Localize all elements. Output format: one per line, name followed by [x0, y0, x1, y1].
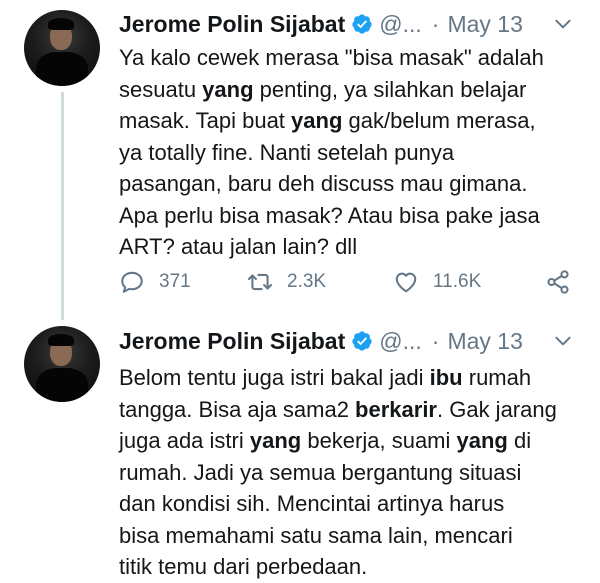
- avatar[interactable]: [24, 326, 100, 402]
- text-segment: rumah: [462, 365, 532, 390]
- tweet-actions: 371 2.3K 11.6K: [119, 266, 579, 298]
- tweet-text-line: masak. Tapi buat yang gak/belum merasa,: [119, 105, 579, 137]
- text-segment: juga ada istri: [119, 428, 250, 453]
- text-segment: tangga. Bisa aja sama2: [119, 396, 356, 422]
- text-segment: rumah. Jadi ya semua bergantung situasi: [119, 459, 522, 485]
- like-button[interactable]: 11.6K: [393, 266, 481, 298]
- text-segment: Belom tentu juga istri bakal jadi: [119, 365, 430, 390]
- bold-text: berkarir: [355, 396, 437, 422]
- retweet-button[interactable]: 2.3K: [247, 266, 326, 298]
- tweet-text-line: Apa perlu bisa masak? Atau bisa pake jas…: [119, 200, 579, 232]
- verified-badge-icon: [352, 331, 372, 351]
- tweet-text-line: tangga. Bisa aja sama2 berkarir. Gak jar…: [119, 394, 579, 426]
- bold-text: ibu: [429, 365, 463, 390]
- text-segment: dan kondisi sih. Mencintai artinya harus: [119, 491, 505, 516]
- tweet-date[interactable]: May 13: [447, 11, 522, 38]
- tweet-header: Jerome Polin Sijabat @... · May 13: [119, 325, 523, 357]
- tweet-text-line: pasangan, baru deh discuss mau gimana.: [119, 168, 579, 200]
- tweet-1[interactable]: Jerome Polin Sijabat @... · May 13 Ya ka…: [0, 0, 600, 320]
- text-segment: penting, ya silahkan belajar: [253, 76, 527, 102]
- author-name[interactable]: Jerome Polin Sijabat: [119, 11, 345, 38]
- tweet-text: Belom tentu juga istri bakal jadi ibu ru…: [119, 362, 579, 583]
- author-handle[interactable]: @...: [379, 328, 422, 355]
- tweet-text-line: ya totally fine. Nanti setelah punya: [119, 137, 579, 169]
- separator-dot: ·: [431, 327, 440, 354]
- tweet-text-line: juga ada istri yang bekerja, suami yang …: [119, 425, 579, 457]
- tweet-date[interactable]: May 13: [447, 328, 522, 355]
- text-segment: bekerja, suami: [301, 428, 457, 453]
- tweet-2[interactable]: Jerome Polin Sijabat @... · May 13 Belom…: [0, 315, 600, 579]
- text-segment: ya totally fine. Nanti setelah punya: [119, 139, 455, 165]
- text-segment: pasangan, baru deh discuss mau gimana.: [119, 171, 528, 196]
- tweet-text-line: Ya kalo cewek merasa "bisa masak" adalah: [119, 42, 579, 74]
- share-icon: [547, 270, 569, 294]
- text-segment: di: [507, 428, 532, 453]
- heart-icon: [395, 272, 417, 293]
- retweet-count: 2.3K: [287, 271, 327, 292]
- text-segment: sesuatu: [119, 76, 203, 102]
- retweet-icon: [247, 273, 273, 291]
- text-segment: gak/belum merasa,: [342, 108, 536, 133]
- tweet-header: Jerome Polin Sijabat @... · May 13: [119, 8, 523, 40]
- chevron-down-icon[interactable]: [553, 14, 573, 34]
- like-count: 11.6K: [433, 271, 482, 292]
- tweet-text-line: Belom tentu juga istri bakal jadi ibu ru…: [119, 362, 579, 394]
- text-segment: titik temu dari perbedaan.: [119, 554, 368, 579]
- text-segment: . Gak jarang: [437, 396, 557, 422]
- author-name[interactable]: Jerome Polin Sijabat: [119, 328, 345, 355]
- thread-connector-line: [61, 92, 64, 320]
- text-segment: masak. Tapi buat: [119, 108, 292, 133]
- tweet-text: Ya kalo cewek merasa "bisa masak" adalah…: [119, 42, 579, 263]
- tweet-text-line: dan kondisi sih. Mencintai artinya harus: [119, 488, 579, 520]
- verified-badge-icon: [352, 14, 372, 34]
- chevron-down-icon[interactable]: [553, 331, 573, 351]
- separator-dot: ·: [431, 10, 440, 37]
- reply-icon: [121, 271, 143, 293]
- tweet-text-line: sesuatu yang penting, ya silahkan belaja…: [119, 74, 579, 106]
- tweet-text-line: rumah. Jadi ya semua bergantung situasi: [119, 457, 579, 489]
- tweet-text-line: titik temu dari perbedaan.: [119, 551, 579, 583]
- bold-text: yang: [249, 428, 302, 453]
- bold-text: yang: [202, 76, 254, 102]
- text-segment: bisa memahami satu sama lain, mencari: [119, 522, 513, 548]
- author-handle[interactable]: @...: [379, 11, 422, 38]
- reply-button[interactable]: 371: [119, 266, 191, 298]
- text-segment: ART? atau jalan lain? dll: [119, 234, 358, 259]
- share-button[interactable]: [545, 266, 571, 298]
- tweet-text-line: bisa memahami satu sama lain, mencari: [119, 520, 579, 552]
- bold-text: yang: [456, 428, 508, 453]
- text-segment: Apa perlu bisa masak? Atau bisa pake jas…: [119, 202, 540, 228]
- reply-count: 371: [159, 271, 191, 292]
- bold-text: yang: [291, 108, 343, 133]
- avatar[interactable]: [24, 10, 100, 86]
- tweet-text-line: ART? atau jalan lain? dll: [119, 231, 579, 263]
- text-segment: Ya kalo cewek merasa "bisa masak" adalah: [119, 45, 544, 70]
